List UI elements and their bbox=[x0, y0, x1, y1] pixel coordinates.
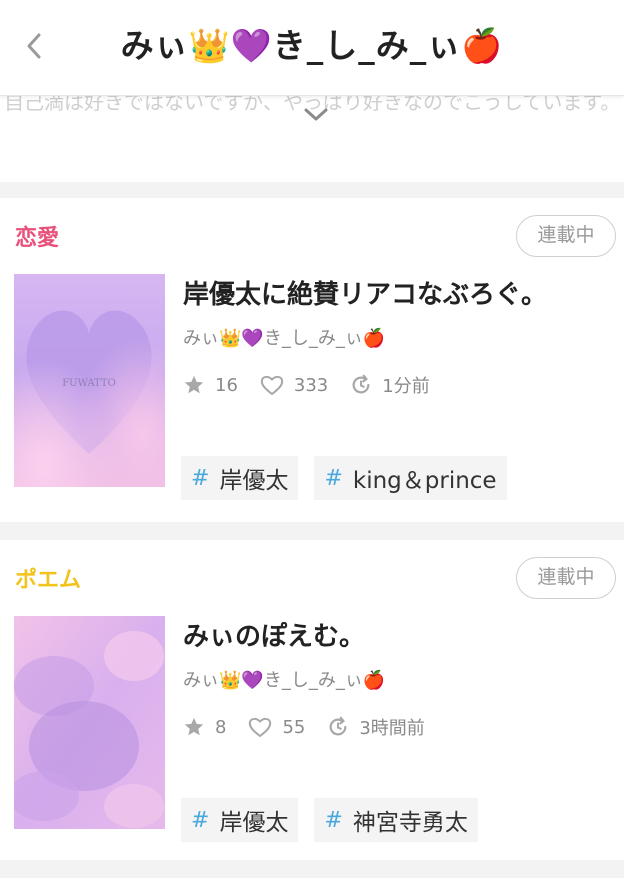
stars-stat: 16 bbox=[183, 374, 238, 396]
star-icon bbox=[184, 717, 204, 736]
story-title[interactable]: 岸優太に絶賛リアコなぶろぐ。 bbox=[183, 274, 547, 311]
likes-stat: 55 bbox=[248, 716, 305, 738]
tag-chip[interactable]: # 神宮寺勇太 bbox=[314, 798, 478, 842]
tag-chip[interactable]: # king＆prince bbox=[314, 456, 507, 500]
story-cover-image[interactable]: FUWATTO bbox=[14, 274, 165, 487]
heart-icon bbox=[249, 717, 272, 738]
tag-chip[interactable]: # 岸優太 bbox=[181, 456, 299, 500]
stars-count: 16 bbox=[215, 374, 238, 396]
tag-list: # 岸優太 # king＆prince bbox=[181, 456, 523, 500]
cover-art: FUWATTO bbox=[14, 274, 165, 487]
story-stats: 8 55 3時間前 bbox=[183, 712, 447, 742]
story-stats: 16 333 1分前 bbox=[183, 370, 452, 400]
story-card[interactable]: 恋愛 連載中 FUWATTO 岸優太に絶賛リアコなぶろぐ。 みぃ👑💜き_し_み_… bbox=[0, 198, 624, 522]
chevron-down-icon bbox=[304, 108, 328, 121]
hash-icon: # bbox=[324, 465, 343, 491]
stars-stat: 8 bbox=[183, 716, 226, 738]
cover-text: FUWATTO bbox=[62, 378, 116, 389]
updated-stat: 3時間前 bbox=[327, 714, 425, 740]
tag-label: 神宮寺勇太 bbox=[352, 810, 468, 836]
genre-label: 恋愛 bbox=[15, 226, 60, 251]
updated-time: 3時間前 bbox=[359, 718, 425, 739]
stars-count: 8 bbox=[215, 716, 227, 738]
hash-icon: # bbox=[324, 807, 343, 833]
heart-icon bbox=[260, 375, 284, 396]
author-name[interactable]: みぃ👑💜き_し_み_ぃ🍎 bbox=[183, 324, 385, 350]
likes-stat: 333 bbox=[260, 374, 328, 396]
likes-count: 333 bbox=[293, 374, 329, 396]
star-icon bbox=[184, 375, 204, 394]
hash-icon: # bbox=[191, 807, 210, 833]
refresh-clock-icon bbox=[352, 374, 370, 394]
story-cover-image[interactable] bbox=[14, 616, 165, 829]
author-name[interactable]: みぃ👑💜き_し_み_ぃ🍎 bbox=[183, 666, 385, 692]
updated-stat: 1分前 bbox=[350, 372, 430, 398]
page-title: みぃ👑💜き_し_み_ぃ🍎 bbox=[120, 26, 504, 65]
tag-chip[interactable]: # 岸優太 bbox=[181, 798, 299, 842]
refresh-clock-icon bbox=[329, 716, 347, 736]
tag-label: king＆prince bbox=[352, 468, 497, 494]
cover-art bbox=[14, 616, 165, 829]
hash-icon: # bbox=[191, 465, 210, 491]
updated-time: 1分前 bbox=[382, 376, 430, 397]
tag-list: # 岸優太 # 神宮寺勇太 bbox=[181, 798, 494, 842]
genre-label: ポエム bbox=[15, 568, 82, 593]
top-bar: みぃ👑💜き_し_み_ぃ🍎 bbox=[0, 0, 624, 96]
likes-count: 55 bbox=[282, 716, 306, 738]
profile-description: 自己満は好きではないですが、やっぱり好きなのでこうしています。 bbox=[0, 96, 624, 182]
tag-label: 岸優太 bbox=[219, 810, 289, 836]
status-badge: 連載中 bbox=[516, 557, 616, 599]
story-card[interactable]: ポエム 連載中 みぃのぽえむ。 みぃ👑💜き_し_み_ぃ🍎 8 55 3時間前 #… bbox=[0, 540, 624, 860]
expand-description-button[interactable] bbox=[296, 102, 336, 128]
tag-label: 岸優太 bbox=[219, 468, 289, 494]
story-title[interactable]: みぃのぽえむ。 bbox=[183, 616, 365, 653]
status-badge: 連載中 bbox=[516, 215, 616, 257]
